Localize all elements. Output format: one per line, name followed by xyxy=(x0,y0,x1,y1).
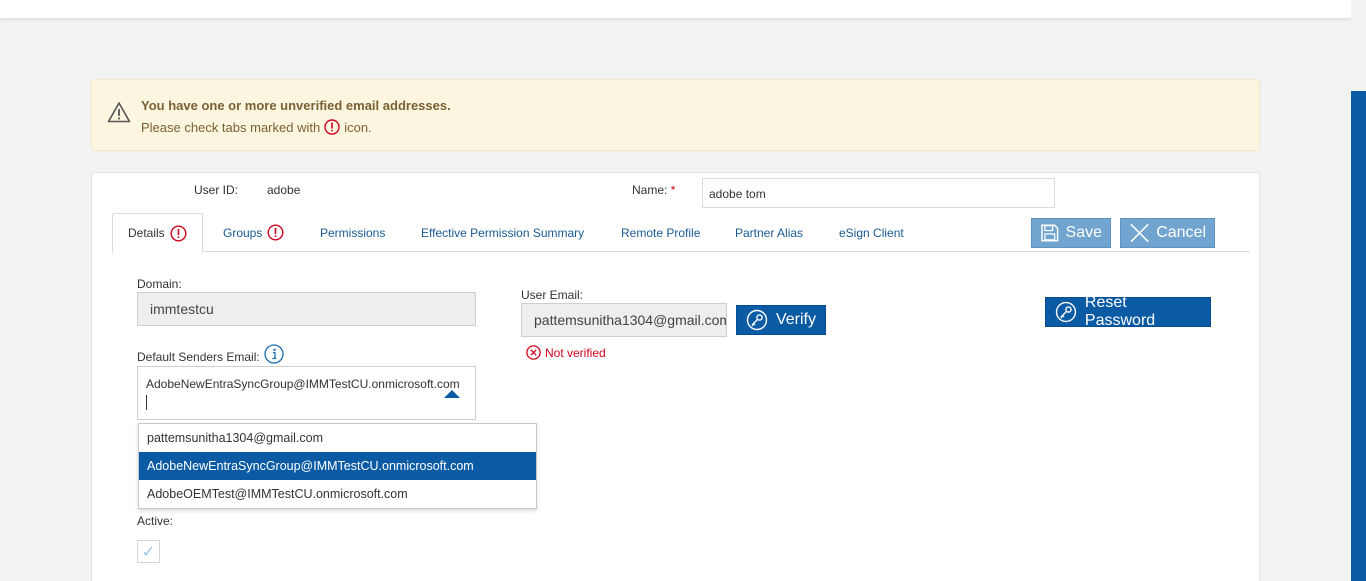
exclamation-circle-icon xyxy=(324,119,340,135)
alert-message-start: Please check tabs marked with xyxy=(141,119,321,135)
tab-effective-permission-summary[interactable]: Effective Permission Summary xyxy=(421,213,584,252)
top-header-bar xyxy=(0,0,1351,18)
dropdown-arrow-icon[interactable] xyxy=(444,390,460,398)
user-email-field: pattemsunitha1304@gmail.com xyxy=(521,303,727,337)
save-button[interactable]: Save xyxy=(1031,218,1111,248)
alert-title: You have one or more unverified email ad… xyxy=(141,98,451,113)
not-verified-status: Not verified xyxy=(526,345,606,360)
tab-esign-client[interactable]: eSign Client xyxy=(839,213,904,252)
reset-password-button[interactable]: Reset Password xyxy=(1045,294,1211,329)
warning-icon xyxy=(107,102,131,123)
default-senders-label-text: Default Senders Email: xyxy=(137,350,260,364)
user-edit-panel: User ID: adobe Name: * adobe tom Details… xyxy=(91,172,1260,581)
default-senders-value: AdobeNewEntraSyncGroup@IMMTestCU.onmicro… xyxy=(146,377,460,391)
tab-groups[interactable]: Groups xyxy=(223,213,284,252)
tab-details[interactable]: Details xyxy=(112,213,203,253)
verify-button-label: Verify xyxy=(775,311,816,328)
exclamation-circle-icon xyxy=(267,224,284,241)
default-senders-dropdown: pattemsunitha1304@gmail.com AdobeNewEntr… xyxy=(138,423,537,509)
dropdown-option[interactable]: AdobeOEMTest@IMMTestCU.onmicrosoft.com xyxy=(139,480,536,508)
dropdown-option-selected[interactable]: AdobeNewEntraSyncGroup@IMMTestCU.onmicro… xyxy=(139,452,536,480)
tab-permissions[interactable]: Permissions xyxy=(320,213,385,252)
text-cursor xyxy=(146,395,147,410)
info-icon[interactable] xyxy=(264,344,284,364)
user-email-label: User Email: xyxy=(521,288,584,302)
alert-message-end: icon. xyxy=(344,119,372,135)
domain-field: immtestcu xyxy=(137,292,476,326)
name-label-text: Name: xyxy=(632,183,668,197)
cancel-button[interactable]: Cancel xyxy=(1120,218,1215,248)
key-icon xyxy=(746,309,768,331)
alert-message: Please check tabs marked with icon. xyxy=(141,119,372,135)
active-label: Active: xyxy=(137,514,174,528)
tab-details-label: Details xyxy=(128,226,165,240)
unverified-email-alert: You have one or more unverified email ad… xyxy=(91,79,1260,151)
default-senders-select[interactable]: AdobeNewEntraSyncGroup@IMMTestCU.onmicro… xyxy=(137,366,476,420)
tab-groups-label: Groups xyxy=(223,225,263,240)
floppy-disk-icon xyxy=(1041,224,1059,242)
dropdown-option[interactable]: pattemsunitha1304@gmail.com xyxy=(139,424,536,452)
x-circle-icon xyxy=(526,345,541,360)
not-verified-text: Not verified xyxy=(545,345,606,360)
tab-remote-profile[interactable]: Remote Profile xyxy=(621,213,700,252)
required-marker: * xyxy=(670,183,676,197)
active-checkbox[interactable]: ✓ xyxy=(137,540,160,563)
reset-password-label: Reset Password xyxy=(1084,294,1156,329)
default-senders-label: Default Senders Email: xyxy=(137,344,284,364)
verify-button[interactable]: Verify xyxy=(736,305,826,335)
user-id-label: User ID: xyxy=(194,183,239,197)
save-button-label: Save xyxy=(1065,224,1102,241)
user-id-value: adobe xyxy=(267,183,301,197)
name-label: Name: * xyxy=(632,183,675,197)
cancel-button-label: Cancel xyxy=(1156,224,1206,241)
domain-label: Domain: xyxy=(137,277,182,291)
name-field[interactable]: adobe tom xyxy=(702,178,1055,208)
checkmark-icon: ✓ xyxy=(141,543,156,561)
tab-partner-alias[interactable]: Partner Alias xyxy=(735,213,803,252)
exclamation-circle-icon xyxy=(170,224,187,242)
scrollbar-thumb[interactable] xyxy=(1351,91,1366,581)
close-icon xyxy=(1130,223,1149,243)
key-icon xyxy=(1055,301,1077,323)
